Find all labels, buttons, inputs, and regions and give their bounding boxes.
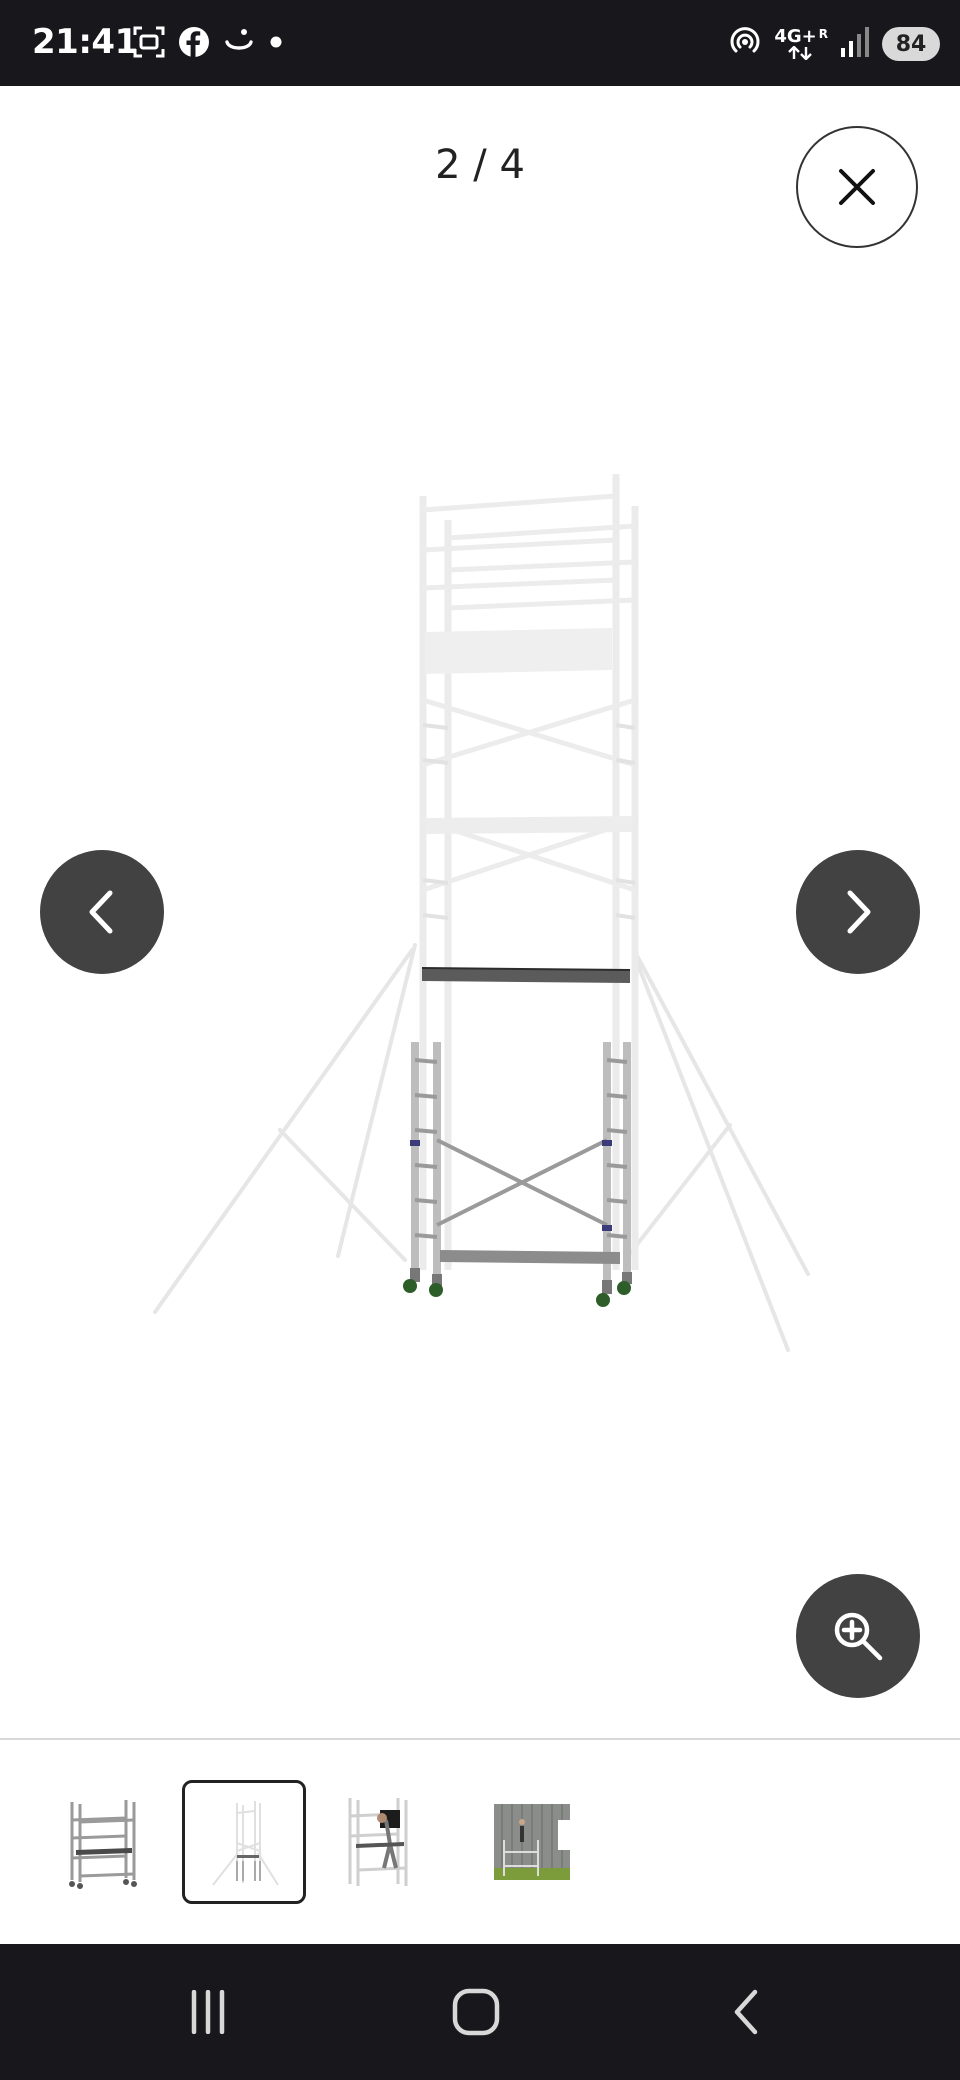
thumbnail-1[interactable] [40,1780,164,1904]
scaffold-illustration [153,474,810,1352]
thumbnail-4[interactable] [468,1780,592,1904]
image-counter: 2 / 4 [435,142,525,188]
back-icon [734,1989,758,2035]
battery-indicator: 84 [882,27,940,61]
close-button[interactable] [796,126,918,248]
thumbnail-image [212,1801,279,1886]
previous-image-button[interactable] [40,850,164,974]
network-indicator: 4G+ R [774,28,828,60]
status-time: 21:41 [32,22,138,62]
home-button[interactable] [416,1944,536,2080]
zoom-in-icon [834,1612,883,1661]
recents-button[interactable] [148,1944,268,2080]
smile-icon [222,25,256,64]
signal-icon [840,26,870,63]
chevron-right-icon [847,890,871,934]
thumbnail-image [348,1798,408,1886]
thumbnail-image [69,1800,137,1889]
recents-icon [191,1990,225,2034]
next-image-button[interactable] [796,850,920,974]
system-nav-bar [0,1944,960,2080]
thumbnail-2[interactable] [182,1780,306,1904]
dot-icon [268,34,284,55]
thumbnail-3[interactable] [320,1780,444,1904]
chevron-left-icon [89,890,113,934]
status-icons-right: 4G+ R 84 [728,24,940,64]
network-type: 4G+ [774,26,817,47]
status-icons-left [132,24,284,64]
zoom-button[interactable] [796,1574,920,1698]
main-image [140,460,820,1360]
close-icon [839,169,875,205]
roaming-label: R [818,27,828,41]
thumbnail-divider [0,1738,960,1740]
hotspot-icon [728,25,762,64]
screenshot-icon [132,25,166,64]
facebook-icon [178,26,210,63]
home-icon [452,1988,500,2036]
thumbnail-image [494,1804,570,1880]
data-arrows-icon [788,46,813,60]
back-button[interactable] [686,1944,806,2080]
status-bar: 21:41 4G+ R 84 [0,0,960,86]
